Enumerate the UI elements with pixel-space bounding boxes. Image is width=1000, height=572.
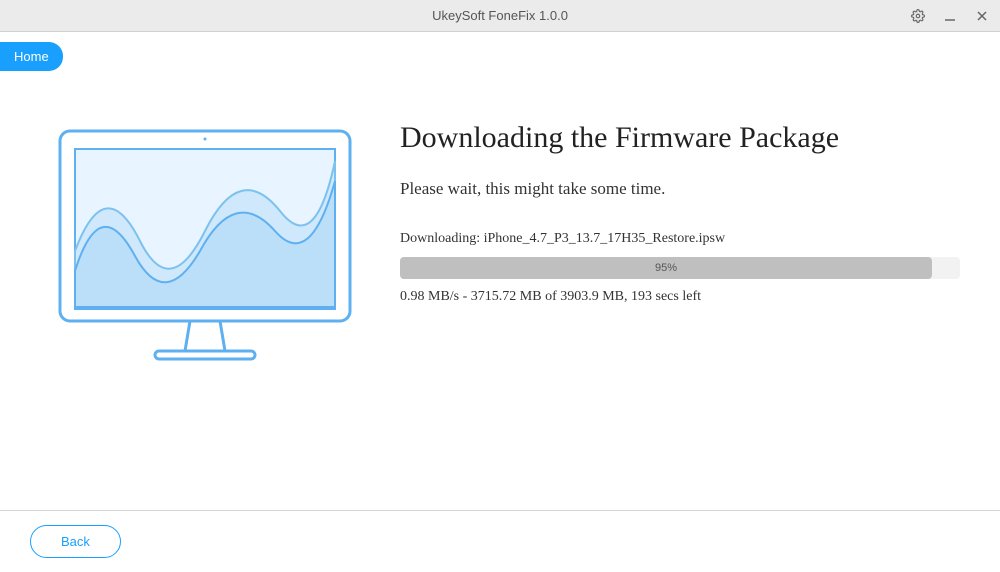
progress-fill: 95%: [400, 257, 932, 279]
window-controls: [908, 6, 992, 26]
page-subheading: Please wait, this might take some time.: [400, 179, 960, 199]
download-stats: 0.98 MB/s - 3715.72 MB of 3903.9 MB, 193…: [400, 289, 960, 305]
footer: Back: [0, 510, 1000, 572]
progress-bar: 95%: [400, 257, 960, 279]
app-title: UkeySoft FoneFix 1.0.0: [432, 8, 568, 23]
download-filename: Downloading: iPhone_4.7_P3_13.7_17H35_Re…: [400, 231, 960, 247]
page-heading: Downloading the Firmware Package: [400, 121, 960, 155]
close-icon[interactable]: [972, 6, 992, 26]
minimize-icon[interactable]: [940, 6, 960, 26]
settings-icon[interactable]: [908, 6, 928, 26]
monitor-illustration: [40, 111, 370, 490]
titlebar: UkeySoft FoneFix 1.0.0: [0, 0, 1000, 32]
content: Home Downloading the Firmware Package: [0, 32, 1000, 572]
progress-percent: 95%: [655, 262, 677, 274]
home-tab[interactable]: Home: [0, 42, 63, 71]
back-button[interactable]: Back: [30, 525, 121, 558]
download-info: Downloading the Firmware Package Please …: [370, 111, 960, 490]
main-area: Downloading the Firmware Package Please …: [0, 71, 1000, 510]
